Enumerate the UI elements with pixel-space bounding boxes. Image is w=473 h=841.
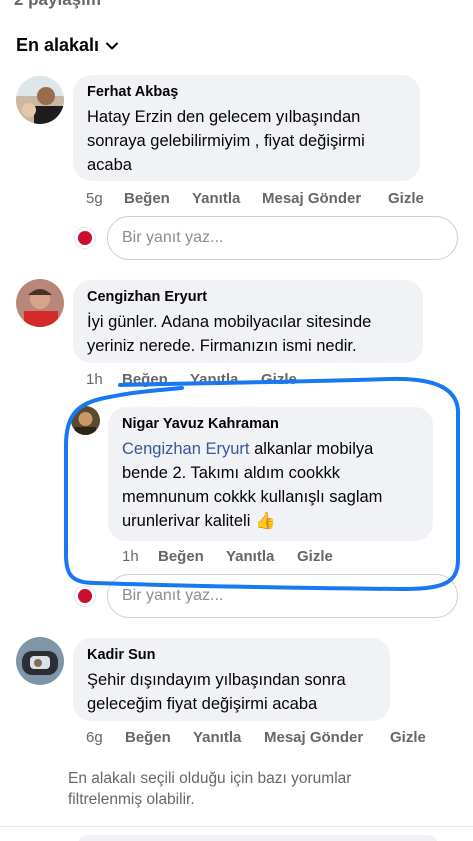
comment-time[interactable]: 1h (86, 371, 122, 388)
divider (0, 826, 473, 827)
share-count[interactable]: 2 paylaşım (14, 0, 101, 10)
comment-author[interactable]: Kadir Sun (87, 647, 376, 663)
reply-button[interactable]: Yanıtla (192, 190, 262, 207)
thumbs-up-icon: 👍 (254, 512, 276, 530)
filter-note: En alakalı seçili olduğu için bazı yorum… (68, 770, 352, 808)
avatar[interactable] (16, 279, 64, 327)
reply-composer (74, 585, 96, 607)
like-button[interactable]: Beğen (158, 548, 226, 565)
comment-time[interactable]: 6g (86, 729, 125, 746)
like-button[interactable]: Beğen (124, 190, 192, 207)
reply-time[interactable]: 1h (122, 548, 158, 565)
reply-actions: 1h Beğen Yanıtla Gizle (122, 548, 333, 565)
comment-bubble: Ferhat Akbaş Hatay Erzin den gelecem yıl… (73, 75, 420, 181)
like-button[interactable]: Beğen (125, 729, 193, 746)
current-user-avatar (74, 227, 96, 249)
comment-text: Şehir dışındayım yılbaşından sonra gelec… (87, 671, 346, 713)
reply-bubble: Nigar Yavuz Kahraman Cengizhan Eryurt al… (108, 407, 433, 541)
comment-text: İyi günler. Adana mobilyacılar sitesinde… (87, 313, 372, 355)
avatar[interactable] (71, 406, 100, 435)
comment-time[interactable]: 5g (86, 190, 124, 207)
comment-author[interactable]: Cengizhan Eryurt (87, 289, 409, 305)
hide-button[interactable]: Gizle (297, 548, 333, 565)
reply-input[interactable]: Bir yanıt yaz... (107, 574, 458, 618)
sort-selector[interactable]: En alakalı (16, 35, 119, 56)
reply-button[interactable]: Yanıtla (193, 729, 264, 746)
reply-input[interactable]: Bir yanıt yaz... (107, 216, 458, 260)
comment-author[interactable]: Ferhat Akbaş (87, 84, 406, 100)
reply-author[interactable]: Nigar Yavuz Kahraman (122, 416, 419, 432)
comment-actions: 5g Beğen Yanıtla Mesaj Gönder Gizle (86, 190, 424, 207)
reply-button[interactable]: Yanıtla (190, 371, 261, 388)
like-button[interactable]: Beğen (122, 371, 190, 388)
comment-bubble: Kadir Sun Şehir dışındayım yılbaşından s… (73, 638, 390, 721)
comment-bubble: Cengizhan Eryurt İyi günler. Adana mobil… (73, 280, 423, 363)
hide-button[interactable]: Gizle (261, 371, 297, 388)
comment-actions: 6g Beğen Yanıtla Mesaj Gönder Gizle (86, 729, 426, 746)
comment-text: Hatay Erzin den gelecem yılbaşından sonr… (87, 108, 365, 174)
avatar[interactable] (16, 637, 64, 685)
send-message-button[interactable]: Mesaj Gönder (264, 729, 390, 746)
reply-composer (74, 227, 96, 249)
hide-button[interactable]: Gizle (388, 190, 424, 207)
hide-button[interactable]: Gizle (390, 729, 426, 746)
send-message-button[interactable]: Mesaj Gönder (262, 190, 388, 207)
comment-actions: 1h Beğen Yanıtla Gizle (86, 371, 297, 388)
avatar[interactable] (16, 76, 64, 124)
reply-text: Cengizhan Eryurt alkanlar mobilya bende … (122, 437, 419, 533)
current-user-avatar (74, 585, 96, 607)
sort-label: En alakalı (16, 35, 100, 55)
mention-link[interactable]: Cengizhan Eryurt (122, 440, 249, 458)
comment-composer-edge[interactable] (78, 835, 438, 841)
chevron-down-icon (106, 42, 119, 49)
reply-button[interactable]: Yanıtla (226, 548, 297, 565)
